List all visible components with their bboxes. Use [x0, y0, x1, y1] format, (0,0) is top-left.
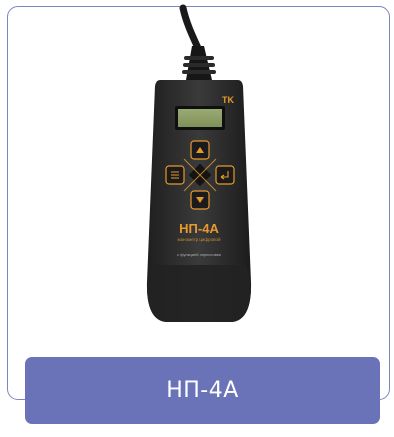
cable	[179, 4, 202, 52]
brand-mark: TK	[222, 95, 234, 105]
product-name-label: НП-4А	[166, 378, 239, 403]
device-footer: с функцией опрессовки	[177, 252, 221, 257]
product-name-button[interactable]: НП-4А	[25, 357, 380, 424]
device-model-text: НП-4А	[179, 221, 219, 236]
device-subtitle: манометр цифровой	[177, 236, 220, 242]
right-button	[215, 165, 235, 185]
